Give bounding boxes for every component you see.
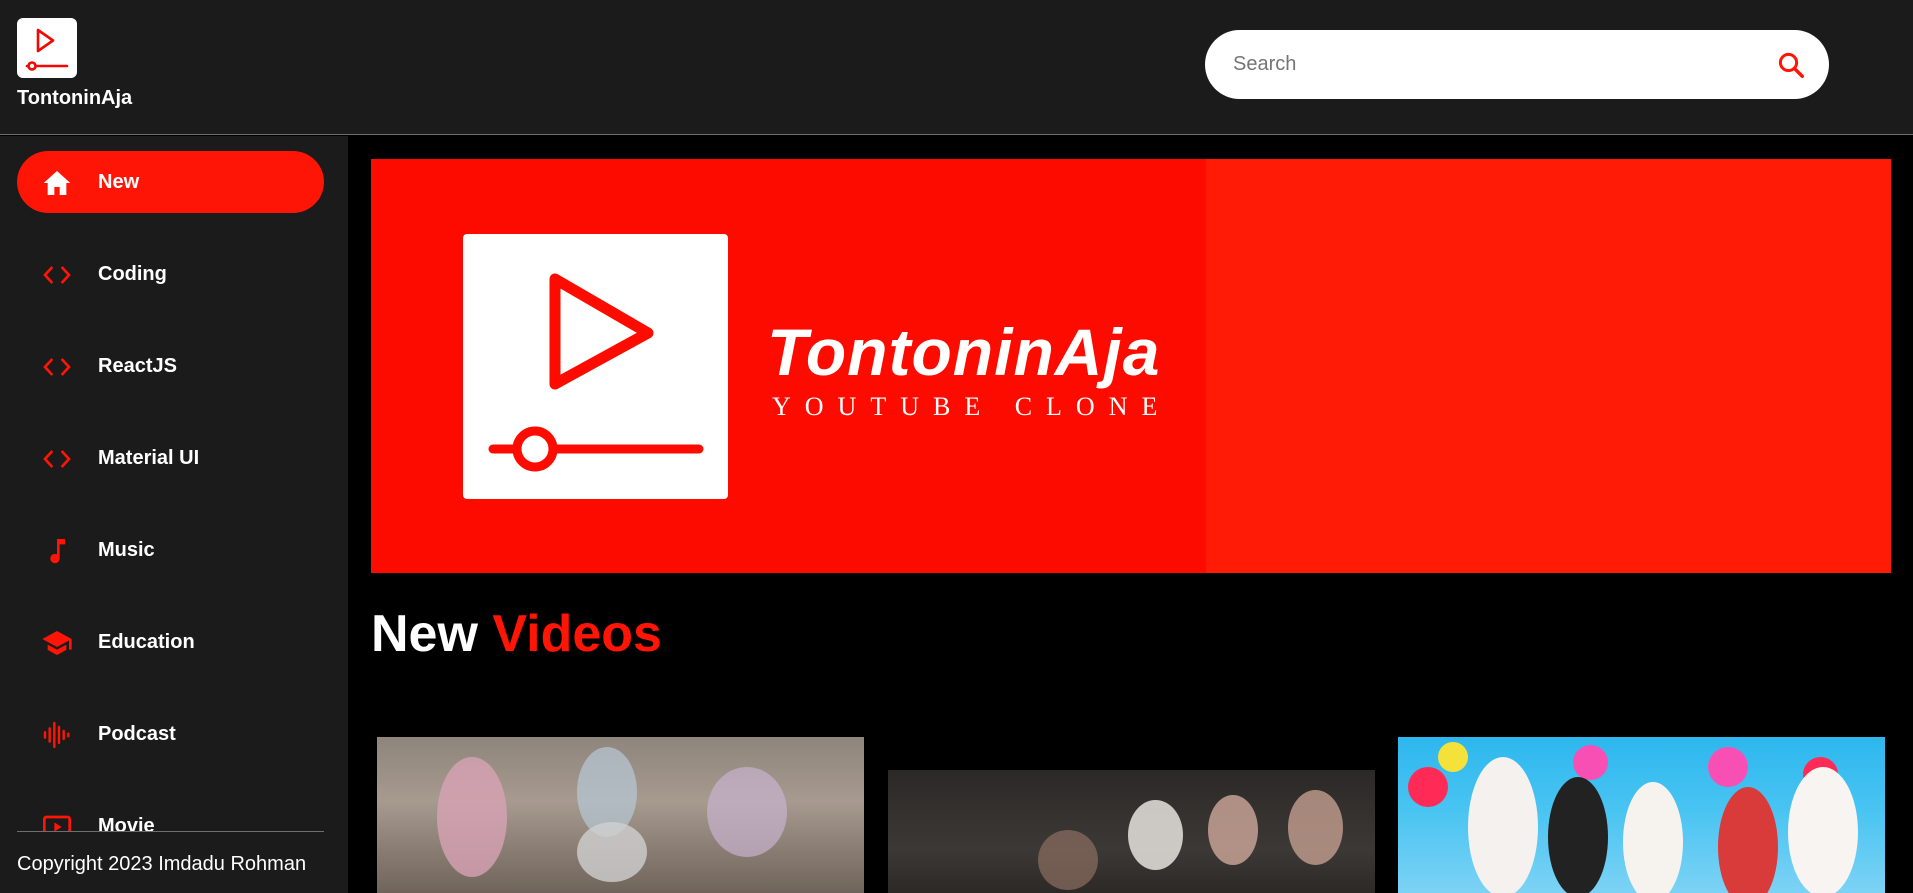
search-button[interactable]	[1771, 45, 1811, 85]
sidebar-item-music[interactable]: Music	[17, 519, 324, 581]
sidebar-item-label: Music	[98, 539, 155, 561]
sidebar-item-education[interactable]: Education	[17, 611, 324, 673]
banner-play-logo-icon	[463, 234, 728, 499]
brand-name[interactable]: TontoninAja	[17, 87, 132, 110]
sidebar-item-podcast[interactable]: Podcast	[17, 703, 324, 765]
search-icon	[1778, 52, 1804, 78]
sidebar-divider	[17, 831, 324, 832]
hero-banner: TontoninAja YOUTUBE CLONE	[371, 159, 1891, 573]
video-thumbnail[interactable]	[1398, 737, 1885, 893]
graduation-cap-icon	[41, 627, 73, 659]
video-thumbnail[interactable]	[888, 770, 1375, 893]
banner-subtitle: YOUTUBE CLONE	[772, 392, 1172, 421]
sidebar-item-coding[interactable]: Coding	[17, 243, 324, 305]
sidebar-item-label: Podcast	[98, 723, 176, 745]
sidebar-item-new[interactable]: New	[17, 151, 324, 213]
section-title-main: New	[371, 605, 478, 663]
music-note-icon	[41, 535, 73, 567]
search-bar	[1205, 30, 1829, 99]
sidebar-item-label: Education	[98, 631, 195, 653]
sidebar-item-label: Material UI	[98, 447, 200, 469]
app-header: TontoninAja	[0, 0, 1913, 135]
sidebar-item-reactjs[interactable]: ReactJS	[17, 335, 324, 397]
code-icon	[41, 351, 73, 383]
banner-panel	[1206, 159, 1891, 573]
sidebar-item-label: Coding	[98, 263, 167, 285]
video-thumbnail[interactable]	[377, 737, 864, 893]
play-logo-icon[interactable]	[17, 18, 77, 78]
banner-title: TontoninAja	[767, 315, 1161, 389]
section-title-accent: Videos	[492, 605, 662, 663]
code-icon	[41, 259, 73, 291]
sidebar: New Coding ReactJS Material UI Music Edu…	[0, 136, 348, 893]
sidebar-item-label: ReactJS	[98, 355, 177, 377]
audio-wave-icon	[41, 719, 73, 751]
section-title: New Videos	[371, 604, 662, 664]
copyright-text: Copyright 2023 Imdadu Rohman	[17, 853, 307, 875]
sidebar-item-material-ui[interactable]: Material UI	[17, 427, 324, 489]
sidebar-item-label: New	[98, 171, 140, 193]
home-icon	[41, 167, 73, 199]
code-icon	[41, 443, 73, 475]
search-input[interactable]	[1233, 30, 1753, 99]
